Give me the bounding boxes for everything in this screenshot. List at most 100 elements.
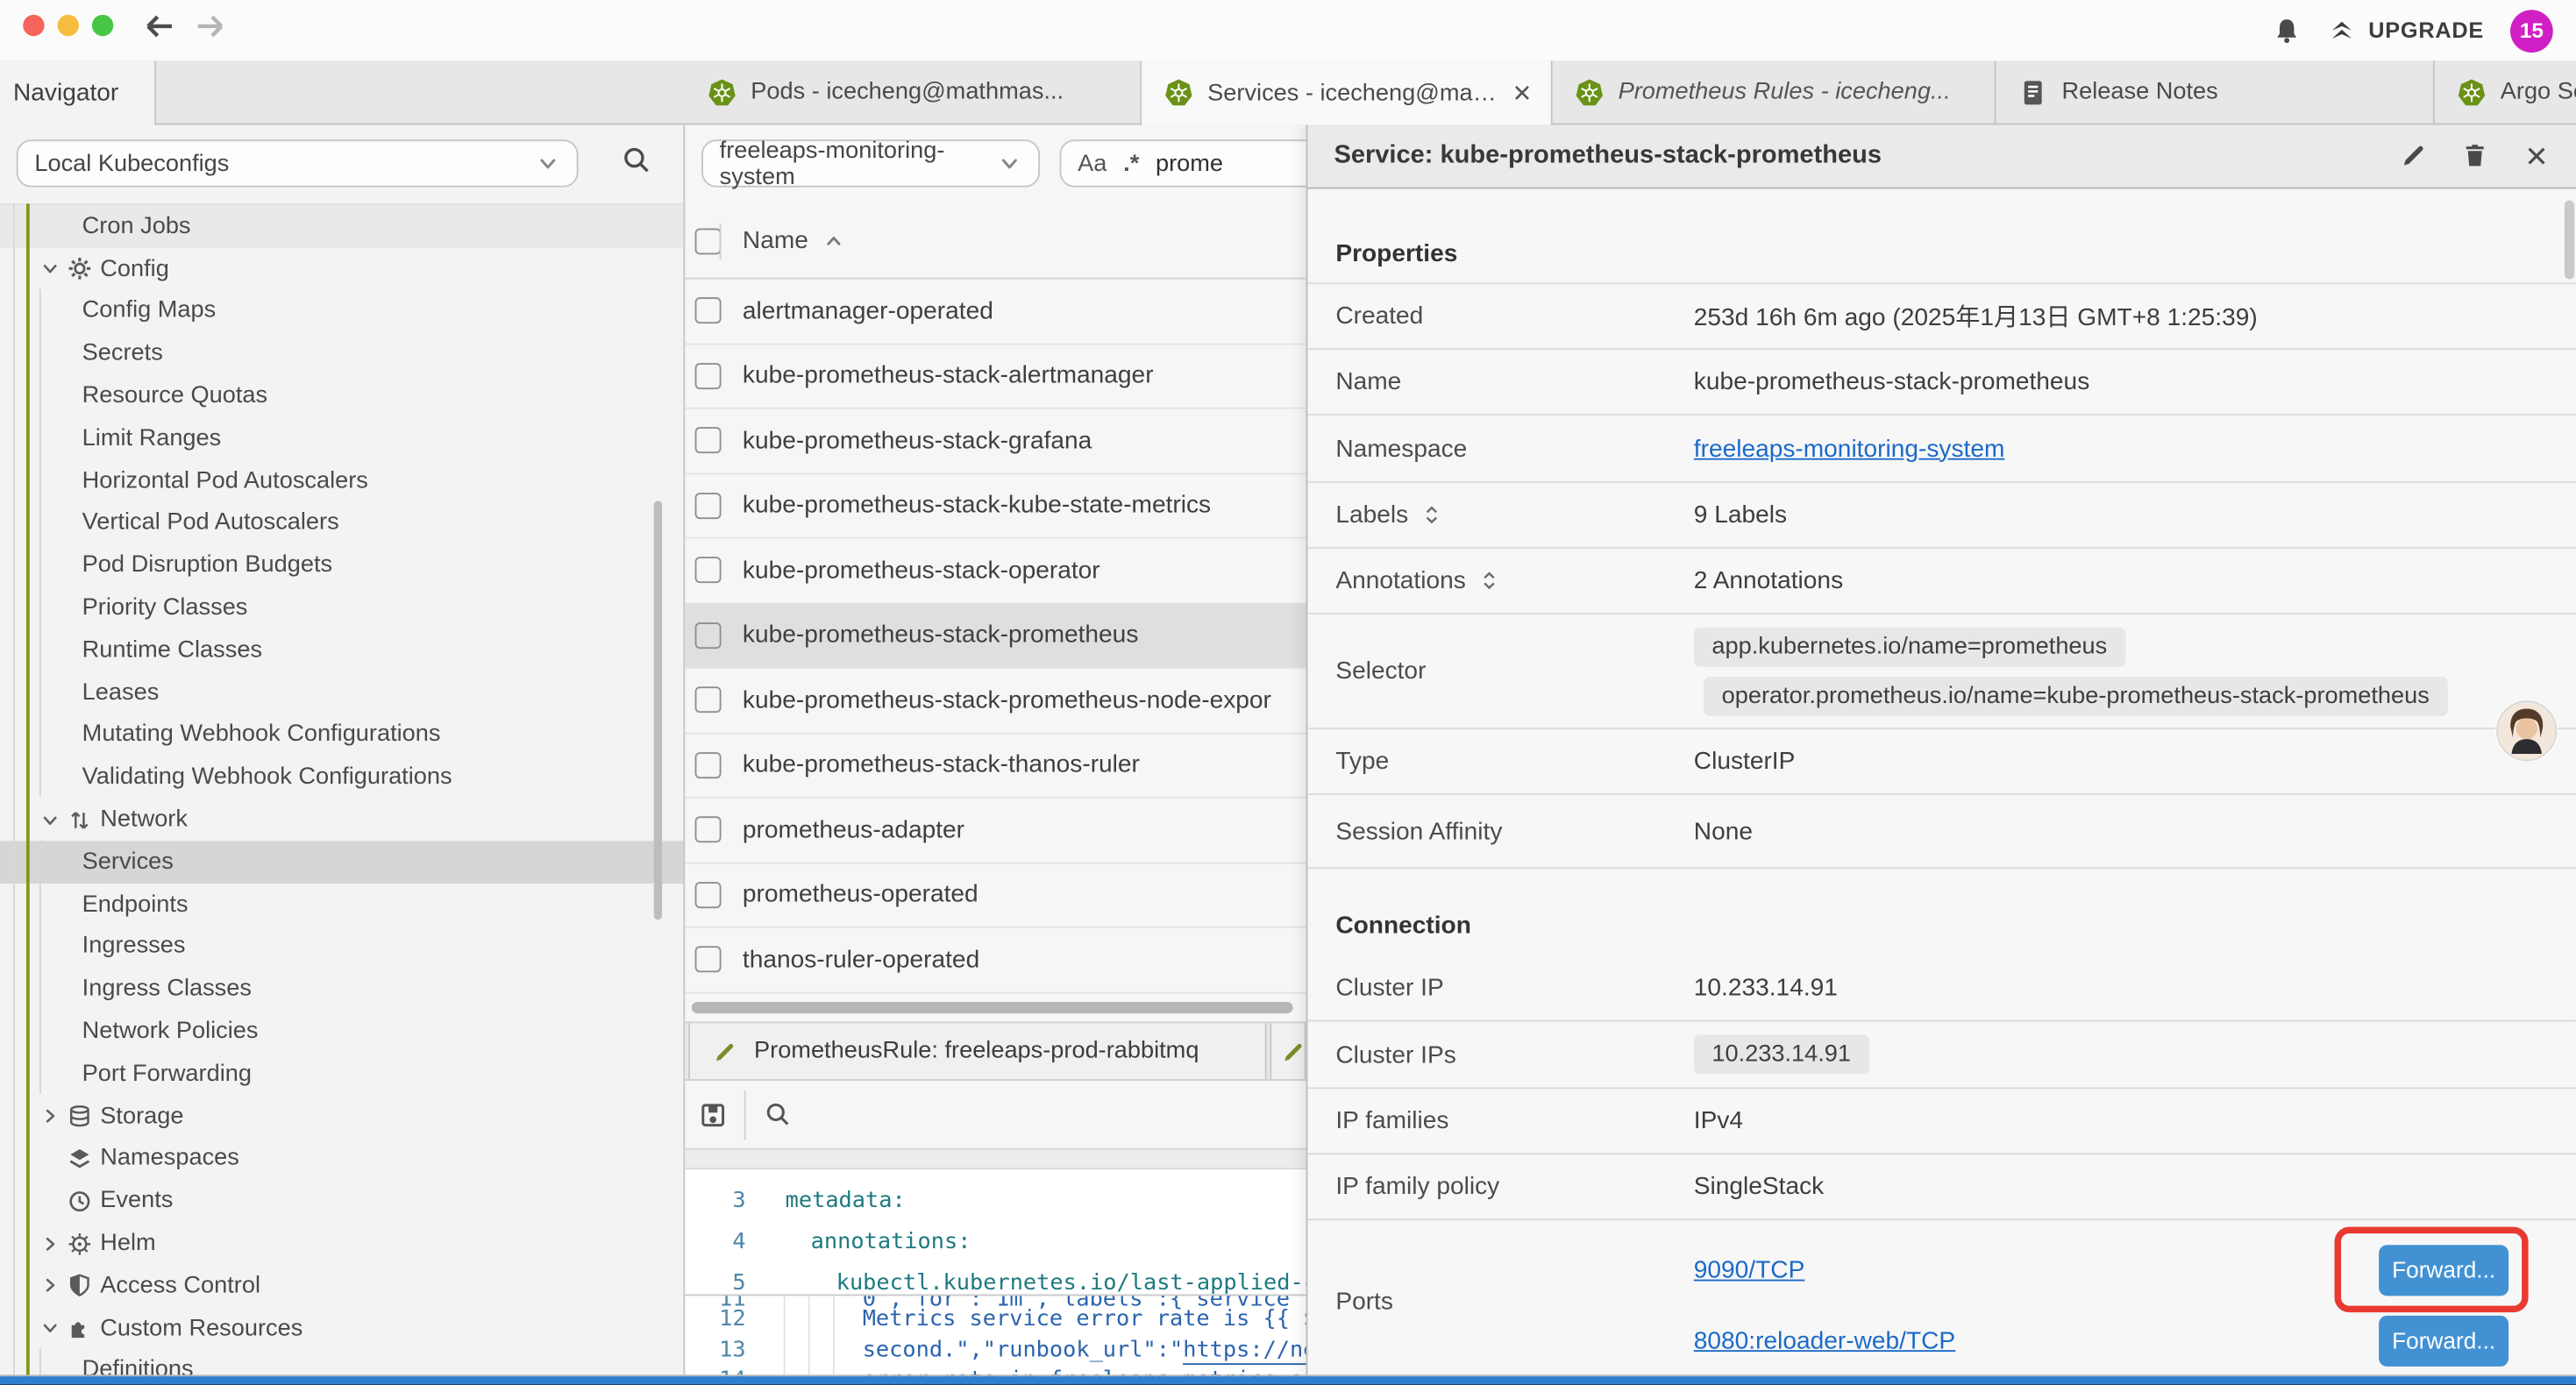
table-row-kube-prometheus-stack-operator[interactable]: kube-prometheus-stack-operator: [685, 539, 1306, 604]
tab-services-icecheng-math[interactable]: Services - icecheng@math...: [1142, 60, 1552, 124]
sidebar-item-mutating-webhook-configurations[interactable]: Mutating Webhook Configurations: [0, 714, 685, 756]
match-case-icon[interactable]: Aa: [1078, 150, 1107, 176]
row-checkbox[interactable]: [695, 363, 722, 389]
row-checkbox[interactable]: [695, 687, 722, 714]
row-checkbox[interactable]: [695, 817, 722, 843]
table-row-prometheus-operated[interactable]: prometheus-operated: [685, 863, 1306, 928]
sort-toggle-icon[interactable]: [1421, 502, 1442, 527]
table-row-kube-prometheus-stack-alertmanager[interactable]: kube-prometheus-stack-alertmanager: [685, 344, 1306, 409]
notification-count-badge[interactable]: 15: [2510, 9, 2553, 52]
yaml-editor[interactable]: 3metadata:4annotations:5kubectl.kubernet…: [685, 1169, 1306, 1384]
row-checkbox[interactable]: [695, 298, 722, 324]
table-row-kube-prometheus-stack-thanos-ruler[interactable]: kube-prometheus-stack-thanos-ruler: [685, 734, 1306, 799]
row-checkbox[interactable]: [695, 882, 722, 908]
column-header-name[interactable]: Name: [743, 227, 808, 255]
sidebar-item-validating-webhook-configurations[interactable]: Validating Webhook Configurations: [0, 756, 685, 799]
sidebar-item-access-control[interactable]: Access Control: [0, 1265, 685, 1307]
namespace-link[interactable]: freeleaps-monitoring-system: [1694, 435, 2005, 463]
back-icon[interactable]: [141, 8, 177, 44]
notifications-bell-icon[interactable]: [2272, 16, 2302, 46]
sidebar-item-secrets[interactable]: Secrets: [0, 332, 685, 374]
sidebar-item-port-forwarding[interactable]: Port Forwarding: [0, 1053, 685, 1095]
regex-icon[interactable]: .*: [1123, 150, 1139, 176]
tab-argo-se[interactable]: Argo Se: [2435, 60, 2576, 123]
avatar[interactable]: [2495, 700, 2558, 762]
sidebar-item-network[interactable]: Network: [0, 799, 685, 841]
upgrade-button[interactable]: UPGRADE: [2327, 17, 2484, 45]
row-checkbox[interactable]: [695, 752, 722, 778]
sidebar-item-helm[interactable]: Helm: [0, 1222, 685, 1264]
table-row-kube-prometheus-stack-kube-state-metrics[interactable]: kube-prometheus-stack-kube-state-metrics: [685, 474, 1306, 539]
sidebar-item-ingress-classes[interactable]: Ingress Classes: [0, 968, 685, 1010]
sidebar-item-runtime-classes[interactable]: Runtime Classes: [0, 629, 685, 671]
delete-trash-icon[interactable]: [2461, 141, 2489, 169]
sidebar-item-config[interactable]: Config: [0, 248, 685, 290]
sidebar-item-priority-classes[interactable]: Priority Classes: [0, 586, 685, 629]
sidebar-item-config-maps[interactable]: Config Maps: [0, 290, 685, 332]
tab-pods-icecheng-mathmas[interactable]: Pods - icecheng@mathmas...: [685, 60, 1142, 123]
window-close-button[interactable]: [23, 15, 44, 36]
table-row-kube-prometheus-stack-prometheus-node-expor[interactable]: kube-prometheus-stack-prometheus-node-ex…: [685, 669, 1306, 734]
chevron-down-icon[interactable]: [39, 259, 60, 280]
sidebar-item-ingresses[interactable]: Ingresses: [0, 926, 685, 968]
port-link[interactable]: 8080:reloader-web/TCP: [1694, 1326, 1955, 1354]
sidebar-item-leases[interactable]: Leases: [0, 671, 685, 714]
select-all-checkbox[interactable]: [695, 228, 722, 254]
tab-navigator[interactable]: Navigator: [0, 60, 156, 124]
editor-search-icon[interactable]: [764, 1100, 792, 1128]
editor-tab-prometheusrule[interactable]: PrometheusRule: freeleaps-prod-rabbitmq: [688, 1023, 1267, 1079]
code-link[interactable]: https://net: [1183, 1337, 1306, 1365]
sidebar-item-resource-quotas[interactable]: Resource Quotas: [0, 375, 685, 417]
sidebar-item-limit-ranges[interactable]: Limit Ranges: [0, 417, 685, 459]
sidebar-item-events[interactable]: Events: [0, 1180, 685, 1222]
sidebar-item-custom-resources[interactable]: Custom Resources: [0, 1307, 685, 1349]
sidebar-item-network-policies[interactable]: Network Policies: [0, 1011, 685, 1053]
sidebar-item-services[interactable]: Services: [0, 841, 685, 883]
section-heading-label: Properties: [1335, 240, 1457, 268]
sort-ascending-icon[interactable]: [823, 230, 844, 251]
forward-button[interactable]: Forward...: [2379, 1315, 2508, 1366]
window-zoom-button[interactable]: [92, 15, 113, 36]
tab-prometheus-rules-icecheng[interactable]: Prometheus Rules - icecheng...: [1553, 60, 1996, 123]
close-icon[interactable]: [2522, 140, 2551, 170]
chevron-down-icon[interactable]: [39, 1318, 60, 1339]
sidebar-item-cron-jobs[interactable]: Cron Jobs: [0, 205, 685, 247]
chevron-right-icon[interactable]: [39, 1105, 60, 1126]
chevron-right-icon[interactable]: [39, 1232, 60, 1254]
table-row-thanos-ruler-operated[interactable]: thanos-ruler-operated: [685, 928, 1306, 993]
sidebar-item-vertical-pod-autoscalers[interactable]: Vertical Pod Autoscalers: [0, 502, 685, 544]
table-row-alertmanager-operated[interactable]: alertmanager-operated: [685, 280, 1306, 344]
tab-release-notes[interactable]: Release Notes: [1996, 60, 2435, 123]
sidebar-item-endpoints[interactable]: Endpoints: [0, 884, 685, 926]
row-checkbox[interactable]: [695, 947, 722, 973]
port-link[interactable]: 9090/TCP: [1694, 1255, 1805, 1283]
forward-icon[interactable]: [192, 8, 228, 44]
sidebar-item-namespaces[interactable]: Namespaces: [0, 1138, 685, 1180]
row-checkbox[interactable]: [695, 493, 722, 519]
table-horizontal-scrollbar[interactable]: [692, 1002, 1293, 1013]
sidebar-item-horizontal-pod-autoscalers[interactable]: Horizontal Pod Autoscalers: [0, 459, 685, 501]
sidebar-item-storage[interactable]: Storage: [0, 1095, 685, 1137]
window-minimize-button[interactable]: [58, 15, 79, 36]
sidebar-item-pod-disruption-budgets[interactable]: Pod Disruption Budgets: [0, 544, 685, 586]
chevron-down-icon[interactable]: [39, 809, 60, 830]
kubeconfig-selector[interactable]: Local Kubeconfigs: [17, 139, 579, 187]
row-checkbox[interactable]: [695, 558, 722, 584]
layers-icon: [68, 1147, 92, 1171]
filter-input[interactable]: Aa .* prome: [1060, 139, 1306, 187]
navigator-search-icon[interactable]: [621, 145, 652, 176]
sidebar-scrollbar[interactable]: [654, 501, 662, 920]
table-row-kube-prometheus-stack-prometheus[interactable]: kube-prometheus-stack-prometheus: [685, 604, 1306, 669]
detail-scrollbar[interactable]: [2565, 201, 2574, 280]
row-checkbox[interactable]: [695, 428, 722, 454]
namespace-selector[interactable]: freeleaps-monitoring-system: [701, 139, 1040, 187]
editor-tab-partial[interactable]: [1270, 1023, 1306, 1079]
save-icon[interactable]: [698, 1099, 728, 1129]
table-row-prometheus-adapter[interactable]: prometheus-adapter: [685, 799, 1306, 863]
sort-toggle-icon[interactable]: [1479, 568, 1500, 593]
edit-pencil-icon[interactable]: [2400, 141, 2428, 169]
tab-close-icon[interactable]: [1510, 81, 1534, 105]
table-row-kube-prometheus-stack-grafana[interactable]: kube-prometheus-stack-grafana: [685, 409, 1306, 474]
chevron-right-icon[interactable]: [39, 1275, 60, 1296]
row-checkbox[interactable]: [695, 622, 722, 649]
